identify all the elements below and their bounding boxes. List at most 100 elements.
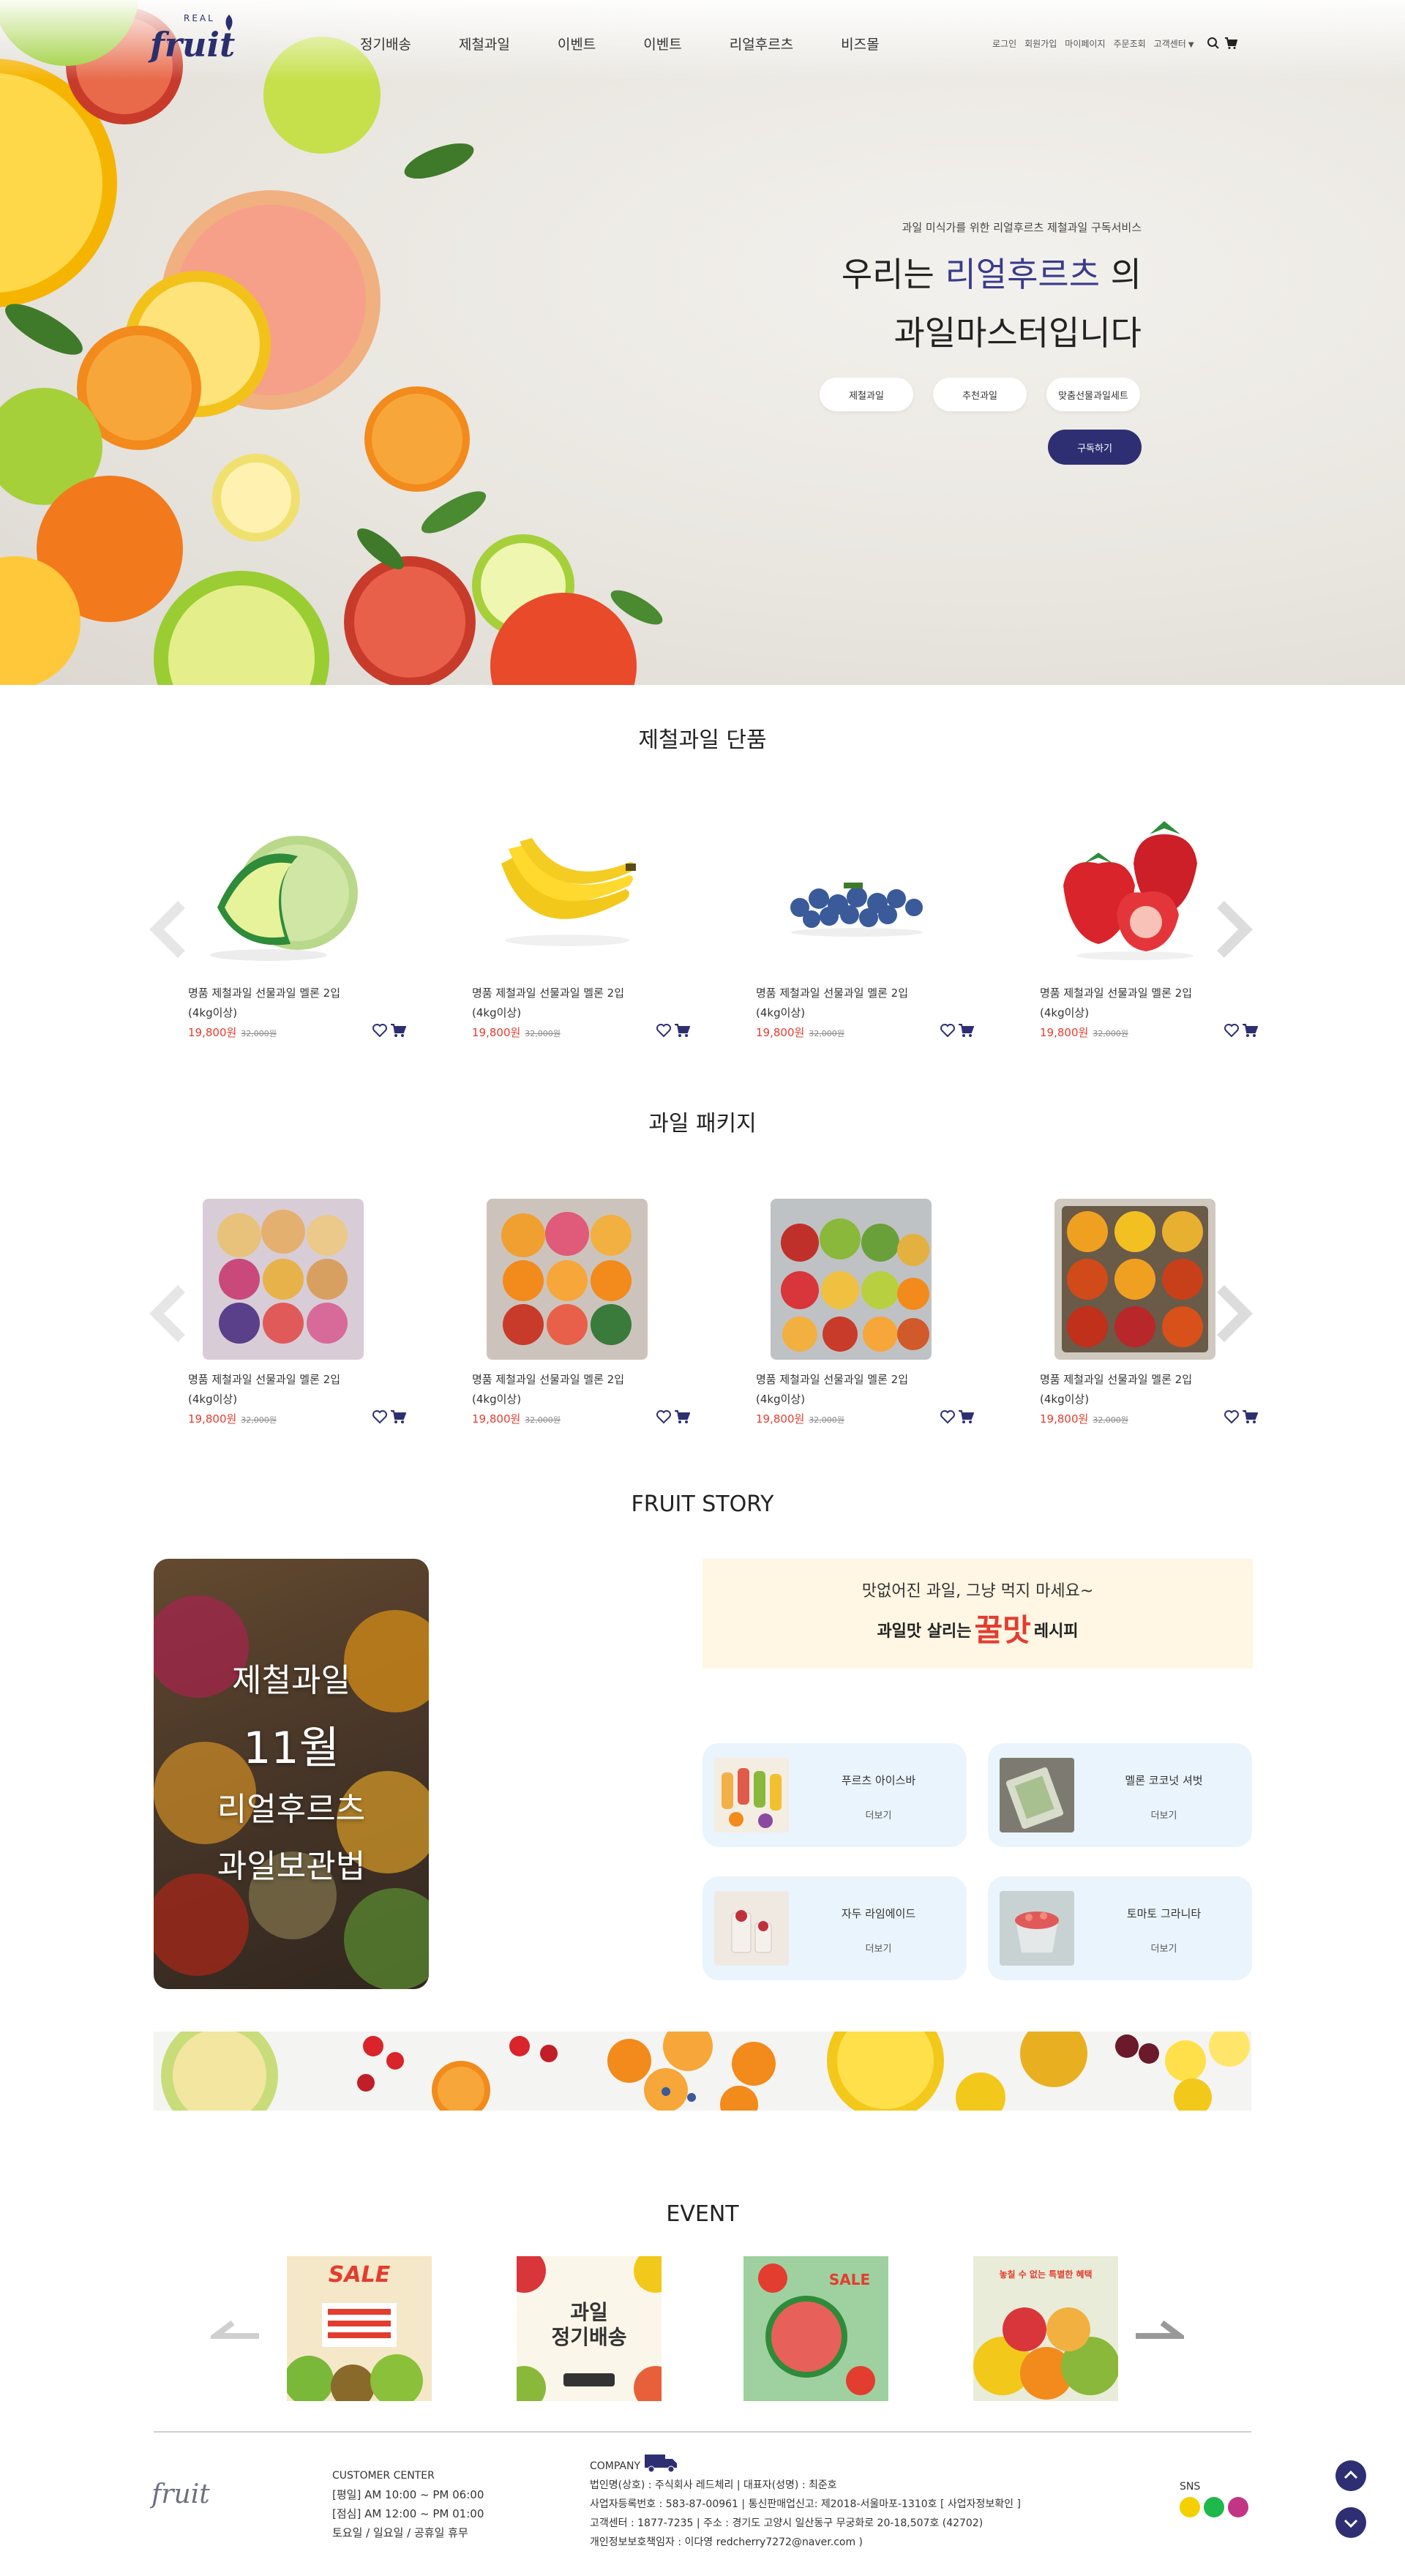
search-icon[interactable]	[1207, 37, 1220, 50]
price-sale: 19,800원	[1040, 1026, 1089, 1039]
product-price: 19,800원 32,000원	[1040, 1025, 1128, 1040]
chip-seasonal[interactable]: 제철과일	[820, 378, 913, 411]
nav-item-event[interactable]: 이벤트	[558, 34, 596, 53]
price-sale: 19,800원	[1040, 1412, 1089, 1426]
main-nav: 정기배송 제철과일 이벤트 이벤트 리얼후르츠 비즈몰	[360, 34, 927, 53]
product-actions	[370, 1409, 406, 1424]
hero-subtitle: 과일 미식가를 위한 리얼후르츠 제철과일 구독서비스	[902, 221, 1142, 234]
nav-item-event-2[interactable]: 이벤트	[643, 34, 681, 53]
next-arrow-icon[interactable]	[1133, 2320, 1184, 2339]
recipe-banner[interactable]: 맛없어진 과일, 그냥 먹지 마세요~ 과일맛 살리는꿀맛 레시피	[702, 1559, 1253, 1669]
cart-icon[interactable]	[1242, 1023, 1258, 1038]
prev-arrow-icon[interactable]	[149, 1284, 187, 1343]
recipe-card[interactable]: 토마토 그라니타 더보기	[988, 1876, 1252, 1980]
company-heading-text: COMPANY	[590, 2460, 641, 2472]
granita-image	[1000, 1891, 1074, 1966]
recipe-title: 자두 라임에이드	[841, 1907, 916, 1920]
event-banner[interactable]: SALE	[287, 2256, 432, 2401]
heart-icon[interactable]	[940, 1409, 956, 1424]
customer-center-link[interactable]: 고객센터 ▼	[1154, 37, 1194, 50]
site-logo[interactable]: REAL fruit	[150, 13, 245, 72]
heart-icon[interactable]	[940, 1023, 956, 1038]
story-card[interactable]: 제철과일 11월 리얼후르츠 과일보관법	[154, 1559, 429, 1989]
lime-ade-image	[714, 1891, 789, 1966]
recipe-more-link[interactable]: 더보기	[1076, 1808, 1252, 1821]
order-lookup-link[interactable]: 주문조회	[1114, 37, 1146, 50]
section-title-package: 과일 패키지	[648, 1111, 757, 1137]
cart-icon[interactable]	[1242, 1409, 1258, 1424]
recipe-title: 멜론 코코넛 셔벗	[1125, 1774, 1203, 1787]
price-sale: 19,800원	[188, 1026, 237, 1039]
hero-title-line1: 우리는 리얼후르츠 의	[842, 245, 1142, 304]
company-line-1: 법인명(상호) : 주식회사 레드체리 | 대표자(성명) : 최준호	[590, 2479, 837, 2491]
nav-item-realfruits[interactable]: 리얼후르츠	[730, 34, 793, 53]
chevron-up-icon	[1344, 2470, 1358, 2479]
product-actions	[1221, 1023, 1258, 1038]
event-banner[interactable]: 놓칠 수 없는 특별한 혜택	[973, 2256, 1118, 2401]
prev-arrow-icon[interactable]	[211, 2320, 262, 2339]
package-image	[771, 1199, 932, 1360]
company-info: COMPANY 법인명(상호) : 주식회사 레드체리 | 대표자(성명) : …	[590, 2453, 1021, 2552]
heart-icon[interactable]	[1224, 1023, 1240, 1038]
chip-recommended[interactable]: 추천과일	[933, 378, 1027, 411]
next-arrow-icon[interactable]	[1215, 900, 1253, 959]
recipe-card[interactable]: 푸르츠 아이스바 더보기	[702, 1743, 967, 1847]
story-line-3: 리얼후르츠	[217, 1791, 366, 1828]
nav-item-seasonal[interactable]: 제철과일	[459, 34, 510, 53]
banana-image	[501, 838, 636, 946]
cart-icon[interactable]	[1224, 37, 1237, 50]
heart-icon[interactable]	[372, 1409, 388, 1424]
leaf-icon	[225, 15, 233, 31]
prev-arrow-icon[interactable]	[149, 900, 187, 959]
product-weight: (4kg이상)	[472, 1006, 522, 1019]
chip-gift-set[interactable]: 맞춤선물과일세트	[1046, 378, 1140, 411]
recipe-banner-line1: 맛없어진 과일, 그냥 먹지 마세요~	[861, 1582, 1094, 1600]
logo-text: fruit	[150, 25, 236, 64]
recipe-more-link[interactable]: 더보기	[790, 1941, 967, 1955]
heart-icon[interactable]	[1224, 1409, 1240, 1424]
product-name: 명품 제철과일 선물과일 멜론 2입	[188, 1373, 341, 1386]
cart-icon[interactable]	[674, 1023, 690, 1038]
hero-title-pre: 우리는	[841, 255, 945, 294]
recipe-banner-pre: 과일맛 살리는	[877, 1622, 972, 1641]
kakao-icon[interactable]	[1180, 2497, 1200, 2517]
price-sale: 19,800원	[472, 1026, 521, 1039]
sns-icon-row	[1180, 2497, 1252, 2517]
instagram-icon[interactable]	[1228, 2497, 1248, 2517]
package-image	[203, 1199, 364, 1360]
mypage-link[interactable]: 마이페이지	[1065, 37, 1105, 50]
event-label: 놓칠 수 없는 특별한 혜택	[999, 2269, 1093, 2280]
login-link[interactable]: 로그인	[992, 37, 1016, 50]
story-line-1: 제철과일	[232, 1662, 351, 1699]
recipe-more-link[interactable]: 더보기	[790, 1808, 967, 1821]
cart-icon[interactable]	[390, 1023, 406, 1038]
line-icon[interactable]	[1204, 2497, 1224, 2517]
cart-icon[interactable]	[958, 1409, 974, 1424]
scroll-up-button[interactable]	[1335, 2460, 1366, 2491]
melon-image	[210, 836, 358, 961]
nav-item-bizmall[interactable]: 비즈몰	[841, 34, 879, 53]
scroll-down-button[interactable]	[1335, 2507, 1366, 2538]
price-original: 32,000원	[809, 1415, 844, 1425]
chevron-down-icon	[1344, 2519, 1358, 2528]
next-arrow-icon[interactable]	[1215, 1284, 1253, 1343]
footer-logo[interactable]: fruit	[151, 2479, 210, 2509]
utility-menu: 로그인 회원가입 마이페이지 주문조회 고객센터 ▼	[992, 37, 1237, 50]
heart-icon[interactable]	[656, 1023, 672, 1038]
subscribe-button[interactable]: 구독하기	[1048, 430, 1142, 465]
recipe-card[interactable]: 자두 라임에이드 더보기	[702, 1876, 967, 1980]
signup-link[interactable]: 회원가입	[1024, 37, 1057, 50]
nav-item-subscription[interactable]: 정기배송	[360, 34, 411, 53]
recipe-more-link[interactable]: 더보기	[1076, 1941, 1252, 1955]
cart-icon[interactable]	[958, 1023, 974, 1038]
event-banner[interactable]: 과일 정기배송	[517, 2256, 662, 2401]
event-banner[interactable]: SALE	[743, 2256, 888, 2401]
cart-icon[interactable]	[674, 1409, 690, 1424]
heart-icon[interactable]	[372, 1023, 388, 1038]
recipe-card[interactable]: 멜론 코코넛 셔벗 더보기	[988, 1743, 1252, 1847]
cart-icon[interactable]	[390, 1409, 406, 1424]
price-original: 32,000원	[525, 1029, 561, 1038]
heart-icon[interactable]	[656, 1409, 672, 1424]
hero-title-post: 의	[1100, 255, 1142, 294]
price-sale: 19,800원	[756, 1412, 805, 1426]
